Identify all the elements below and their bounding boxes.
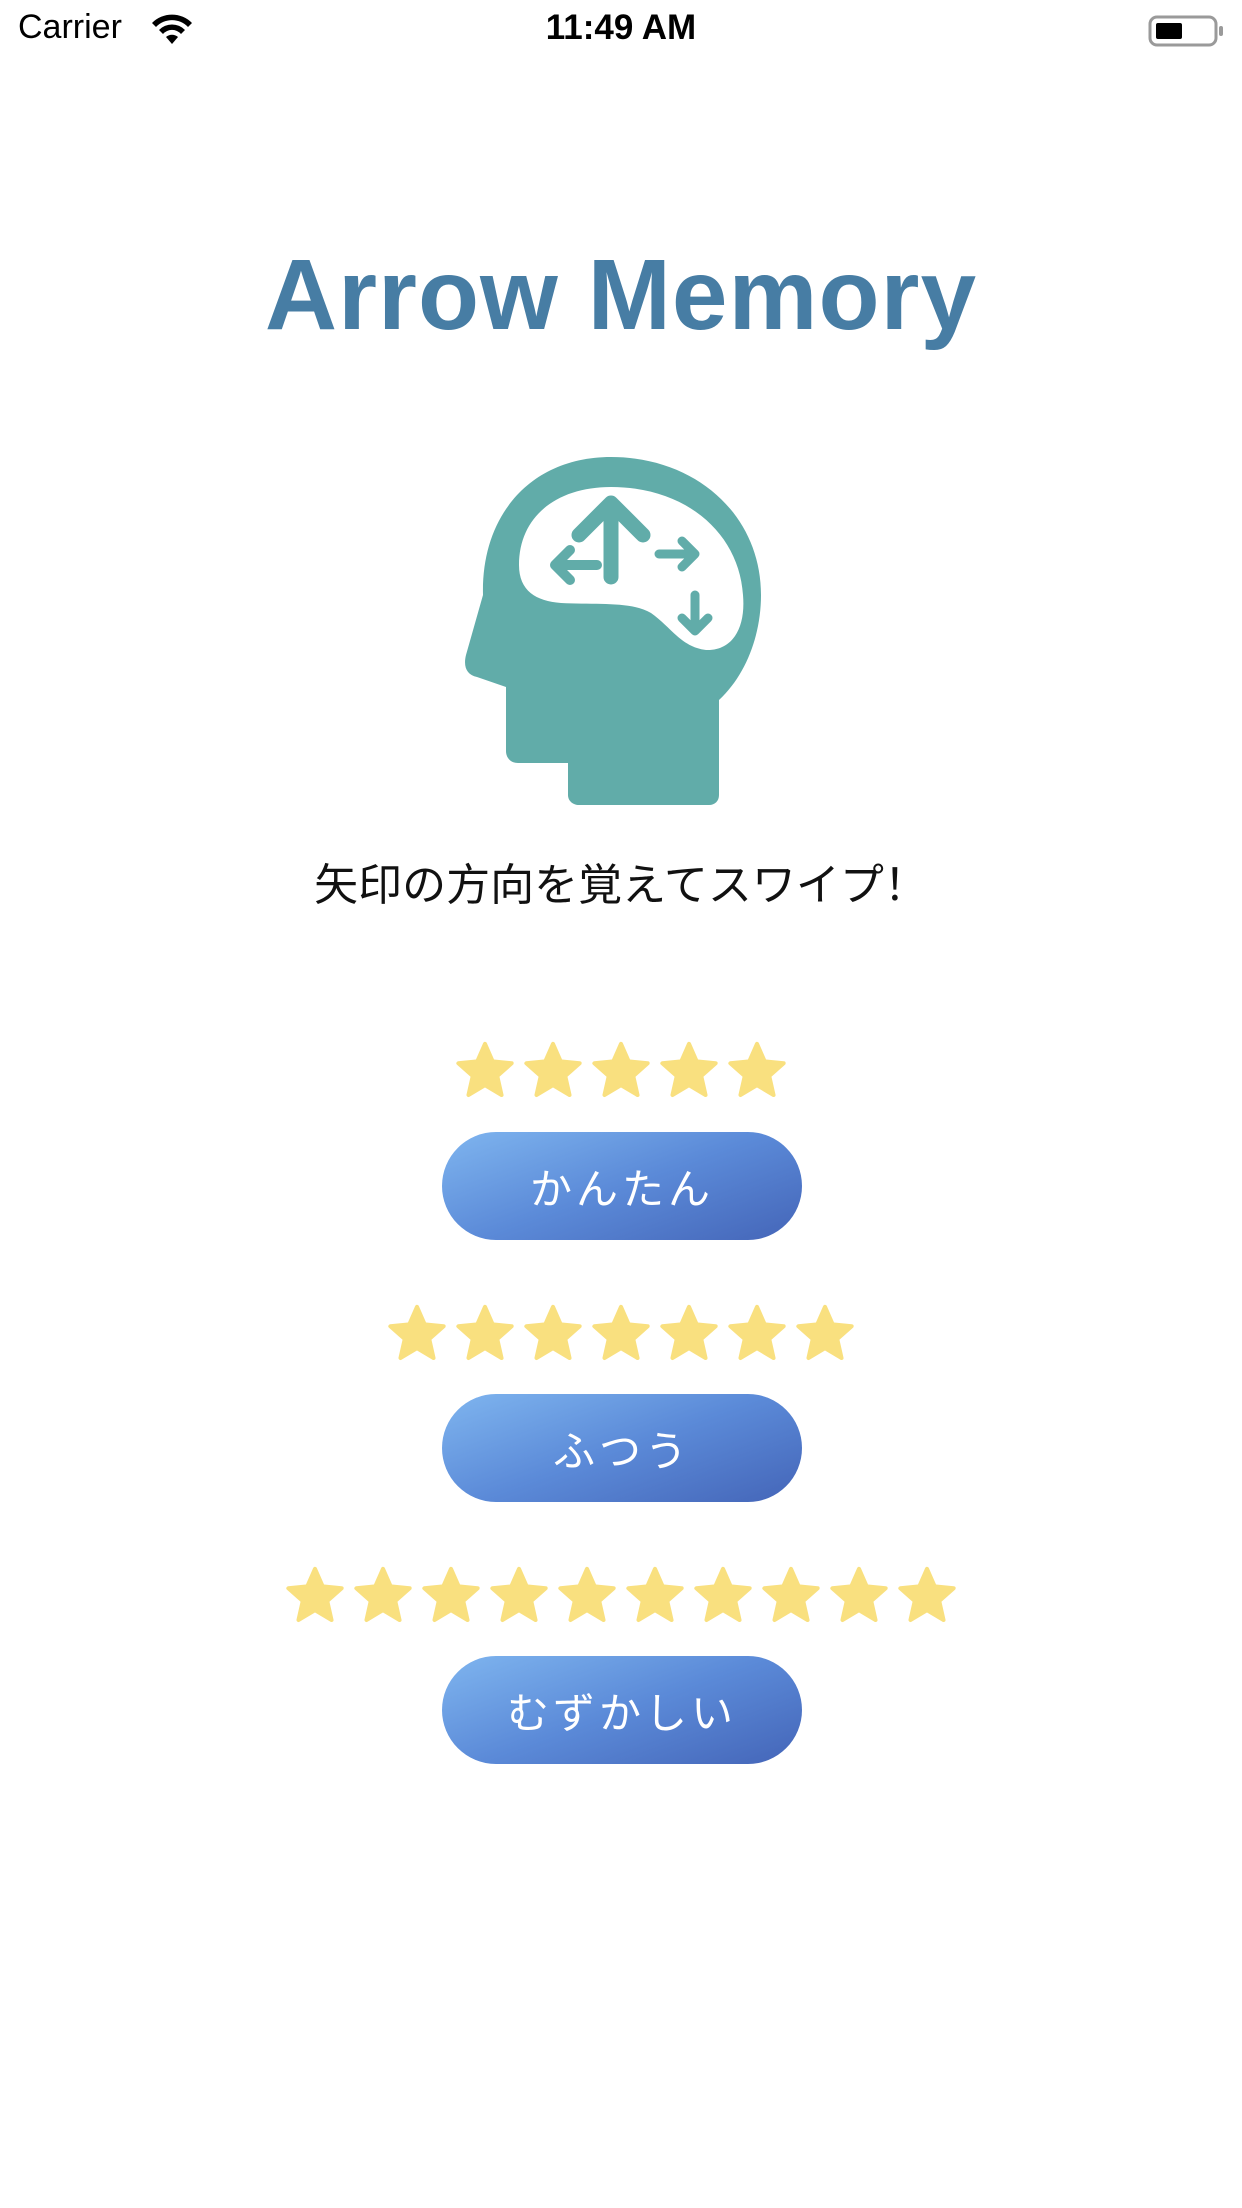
- star-icon: [592, 1041, 650, 1097]
- star-icon: [830, 1566, 888, 1622]
- hard-button[interactable]: むずかしい: [442, 1656, 802, 1764]
- star-icon: [524, 1041, 582, 1097]
- star-icon: [762, 1566, 820, 1622]
- star-icon: [626, 1566, 684, 1622]
- star-icon: [286, 1566, 344, 1622]
- normal-button[interactable]: ふつう: [442, 1394, 802, 1502]
- difficulty-stars-easy: [0, 1039, 1242, 1103]
- star-icon: [660, 1304, 718, 1360]
- star-icon: [354, 1566, 412, 1622]
- status-bar: Carrier 11:49 AM: [0, 0, 1242, 60]
- star-icon: [456, 1041, 514, 1097]
- app-title: Arrow Memory: [264, 239, 978, 351]
- star-icon: [898, 1566, 956, 1622]
- battery-icon: [1148, 15, 1223, 47]
- tagline: 矢印の方向を覚えてスワイプ！: [314, 860, 928, 911]
- star-icon: [660, 1041, 718, 1097]
- star-icon: [490, 1566, 548, 1622]
- star-icon: [694, 1566, 752, 1622]
- head-brain-arrows-icon: [465, 457, 761, 805]
- star-icon: [422, 1566, 480, 1622]
- star-icon: [524, 1304, 582, 1360]
- difficulty-stars-hard: [0, 1564, 1242, 1628]
- star-icon: [388, 1304, 446, 1360]
- star-icon: [796, 1304, 854, 1360]
- star-icon: [728, 1304, 786, 1360]
- star-icon: [592, 1304, 650, 1360]
- easy-button[interactable]: かんたん: [442, 1132, 802, 1240]
- difficulty-stars-normal: [0, 1302, 1242, 1366]
- star-icon: [728, 1041, 786, 1097]
- star-icon: [456, 1304, 514, 1360]
- star-icon: [558, 1566, 616, 1622]
- status-time: 11:49 AM: [545, 8, 697, 47]
